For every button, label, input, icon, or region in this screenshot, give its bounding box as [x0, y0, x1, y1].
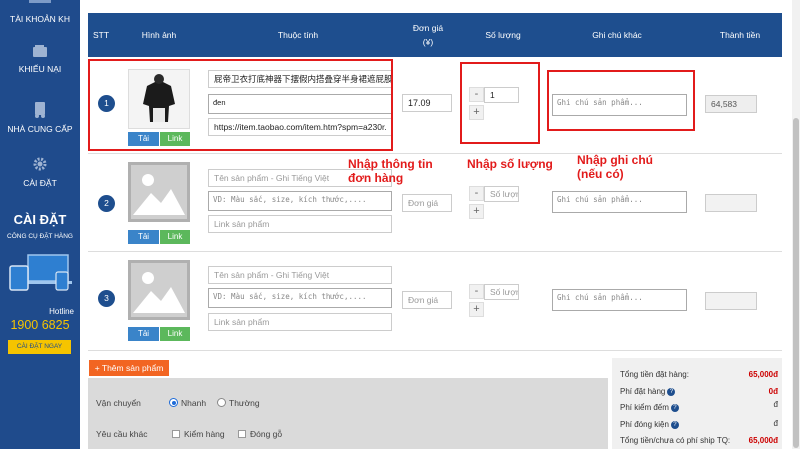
- download-button[interactable]: Tải: [128, 327, 159, 341]
- total-order-value: 65,000đ: [748, 370, 778, 379]
- increase-qty-button[interactable]: +: [469, 302, 484, 317]
- row-number: 2: [98, 195, 115, 212]
- sidebar-item-suppliers[interactable]: NHÀ CUNG CẤP: [0, 102, 80, 134]
- note-textarea[interactable]: Ghi chú sản phẩm...: [552, 191, 687, 213]
- sidebar: TÀI KHOẢN KH KHIẾU NẠI NHÀ CUNG CẤP CÀI …: [0, 0, 80, 449]
- subtotal-label: Tổng tiền/chưa có phí ship TQ:: [620, 436, 730, 445]
- annotation-box-qty: [460, 62, 540, 144]
- quantity-input[interactable]: Số lượn: [484, 284, 519, 300]
- table-row: 3 Tải Link Tên sản phẩm - Ghi Tiếng Việt…: [88, 252, 782, 351]
- note-textarea[interactable]: Ghi chú sản phẩm...: [552, 289, 687, 311]
- count-fee-text: Phí kiểm đếm: [620, 403, 669, 412]
- scrollbar-thumb[interactable]: [793, 118, 799, 448]
- wallet-icon: [33, 45, 47, 57]
- product-desc-textarea[interactable]: VD: Màu sắc, size, kích thước,....: [208, 191, 392, 211]
- hotline-label: Hotline: [49, 307, 74, 316]
- col-price-unit: (¥): [422, 37, 434, 47]
- col-price: Đơn giá (¥): [398, 13, 458, 57]
- annotation-info-text: Nhập thông tin đơn hàng: [348, 157, 433, 185]
- product-link-input[interactable]: Link sản phẩm: [208, 215, 392, 233]
- promo-subtitle: CÔNG CỤ ĐẶT HÀNG: [7, 233, 73, 240]
- install-now-button[interactable]: CÀI ĐẶT NGAY: [8, 340, 71, 354]
- packing-fee-text: Phí đóng kiện: [620, 420, 669, 429]
- count-fee-label: Phí kiểm đếm?: [620, 403, 679, 412]
- order-totals: Tổng tiền đặt hàng: 65,000đ Phí đặt hàng…: [612, 358, 782, 449]
- col-note: Ghi chú khác: [592, 30, 642, 40]
- table-header: STT Hình ảnh Thuộc tính Đơn giá (¥) Số l…: [88, 13, 782, 57]
- col-qty: Số lượng: [485, 30, 521, 40]
- annotation-note-sub: (nếu có): [577, 167, 624, 181]
- decrease-qty-button[interactable]: -: [469, 284, 484, 299]
- shipping-fast-label: Nhanh: [181, 398, 207, 408]
- annotation-box-note: [547, 70, 695, 131]
- unit-price-input[interactable]: Đơn giá: [402, 291, 452, 309]
- hotline-number: 1900 6825: [10, 318, 70, 332]
- wood-pack-label: Đóng gỗ: [250, 429, 283, 439]
- image-placeholder-icon: [128, 260, 190, 320]
- sidebar-item-label: TÀI KHOẢN KH: [10, 14, 70, 24]
- annotation-box-info: [88, 59, 393, 151]
- shipping-normal-radio[interactable]: [217, 398, 226, 407]
- subtotal-text: Tổng tiền/chưa có phí ship TQ:: [620, 436, 731, 445]
- add-product-button[interactable]: + Thêm sản phẩm: [89, 360, 169, 376]
- download-button[interactable]: Tải: [128, 230, 159, 244]
- wood-pack-checkbox[interactable]: [238, 430, 246, 438]
- order-fee-label: Phí đặt hàng?: [620, 387, 676, 396]
- truck-icon: [35, 102, 45, 118]
- count-fee-value: đ: [773, 400, 778, 409]
- image-placeholder-icon: [128, 162, 190, 222]
- unit-price-input[interactable]: Đơn giá: [402, 194, 452, 212]
- line-total-output: [705, 194, 757, 212]
- link-button[interactable]: Link: [160, 327, 190, 341]
- sidebar-item-label: CÀI ĐẶT: [23, 178, 57, 188]
- decrease-qty-button[interactable]: -: [469, 186, 484, 201]
- devices-illustration: [6, 252, 74, 292]
- shipping-label: Vận chuyển: [96, 398, 141, 408]
- subtotal-value: 65,000đ: [748, 436, 778, 445]
- account-icon: [29, 0, 51, 3]
- product-name-input[interactable]: Tên sản phẩm - Ghi Tiếng Việt: [208, 266, 392, 284]
- promo-title: CÀI ĐẶT: [13, 212, 67, 227]
- inspect-checkbox[interactable]: [172, 430, 180, 438]
- shipping-fast-radio[interactable]: [169, 398, 178, 407]
- col-stt: STT: [92, 30, 110, 40]
- product-desc-textarea[interactable]: VD: Màu sắc, size, kích thước,....: [208, 288, 392, 308]
- packing-fee-label: Phí đóng kiện?: [620, 420, 679, 429]
- packing-fee-value: đ: [773, 419, 778, 428]
- other-requests-label: Yêu cầu khác: [96, 429, 148, 439]
- total-order-label: Tổng tiền đặt hàng:: [620, 370, 689, 379]
- annotation-note-text: Nhập ghi chú: [577, 153, 653, 167]
- col-attributes: Thuộc tính: [277, 30, 319, 40]
- order-form: STT Hình ảnh Thuộc tính Đơn giá (¥) Số l…: [80, 0, 792, 449]
- order-options: Vận chuyển Nhanh Thường Yêu cầu khác Kiể…: [88, 378, 608, 449]
- annotation-qty-text: Nhập số lượng: [467, 157, 553, 171]
- link-button[interactable]: Link: [160, 230, 190, 244]
- sidebar-item-settings[interactable]: CÀI ĐẶT: [0, 156, 80, 188]
- product-link-input[interactable]: Link sản phẩm: [208, 313, 392, 331]
- quantity-input[interactable]: Số lượn: [484, 186, 519, 202]
- col-price-label: Đơn giá: [412, 23, 444, 33]
- unit-price-input[interactable]: 17.09: [402, 94, 452, 112]
- gear-icon: [33, 157, 47, 171]
- col-image: Hình ảnh: [141, 30, 177, 40]
- order-fee-value: 0đ: [768, 387, 778, 396]
- help-icon[interactable]: ?: [670, 403, 679, 412]
- help-icon[interactable]: ?: [670, 420, 679, 429]
- line-total-output: [705, 292, 757, 310]
- sidebar-item-account[interactable]: TÀI KHOẢN KH: [0, 14, 80, 24]
- sidebar-item-complaints[interactable]: KHIẾU NẠI: [0, 44, 80, 74]
- order-fee-text: Phí đặt hàng: [620, 387, 666, 396]
- sidebar-item-label: KHIẾU NẠI: [18, 64, 62, 74]
- help-icon[interactable]: ?: [667, 387, 676, 396]
- shipping-normal-label: Thường: [229, 398, 260, 408]
- line-total-output: 64,583: [705, 95, 757, 113]
- sidebar-item-label: NHÀ CUNG CẤP: [7, 124, 73, 134]
- col-total: Thành tiền: [719, 30, 761, 40]
- increase-qty-button[interactable]: +: [469, 204, 484, 219]
- inspect-label: Kiểm hàng: [184, 429, 225, 439]
- row-number: 3: [98, 290, 115, 307]
